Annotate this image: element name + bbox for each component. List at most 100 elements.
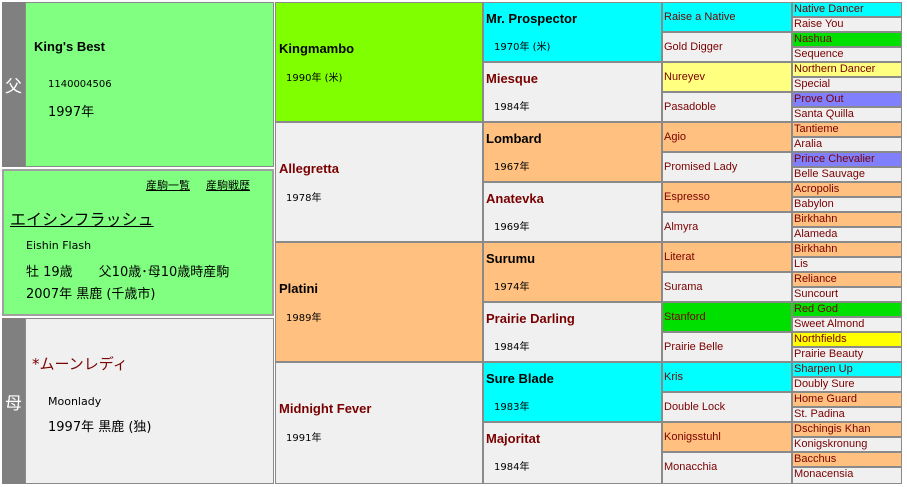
gen4-cell[interactable]: Surama (662, 272, 792, 302)
gen4-name[interactable]: Raise a Native (664, 11, 736, 23)
gen4-cell[interactable]: Kris (662, 362, 792, 392)
gen5-name[interactable]: Special (794, 78, 830, 90)
gen5-cell[interactable]: Acropolis (792, 182, 902, 197)
gen4-cell[interactable]: Literat (662, 242, 792, 272)
gen5-name[interactable]: Prince Chevalier (794, 153, 875, 165)
gen3-name[interactable]: Miesque (486, 71, 538, 86)
gen3-cell[interactable]: Lombard 1967年 (483, 122, 662, 182)
gen5-cell[interactable]: Prince Chevalier (792, 152, 902, 167)
gen5-cell[interactable]: Native Dancer (792, 2, 902, 17)
gen4-name[interactable]: Espresso (664, 191, 710, 203)
gen5-name[interactable]: Dschingis Khan (794, 423, 870, 435)
gen4-name[interactable]: Almyra (664, 221, 698, 233)
gen5-cell[interactable]: Doubly Sure (792, 377, 902, 392)
gen5-name[interactable]: Aralia (794, 138, 822, 150)
gen4-name[interactable]: Kris (664, 371, 683, 383)
gen5-name[interactable]: Reliance (794, 273, 837, 285)
gen4-name[interactable]: Literat (664, 251, 695, 263)
gen5-cell[interactable]: Tantieme (792, 122, 902, 137)
gen5-cell[interactable]: Aralia (792, 137, 902, 152)
gen4-cell[interactable]: Promised Lady (662, 152, 792, 182)
gen5-cell[interactable]: Home Guard (792, 392, 902, 407)
gen5-name[interactable]: Sequence (794, 48, 844, 60)
gen5-cell[interactable]: Sweet Almond (792, 317, 902, 332)
gen5-cell[interactable]: Monacensia (792, 467, 902, 484)
gen5-name[interactable]: Tantieme (794, 123, 839, 135)
gen4-cell[interactable]: Konigsstuhl (662, 422, 792, 452)
gen4-cell[interactable]: Monacchia (662, 452, 792, 484)
gen2-cell[interactable]: Platini 1989年 (275, 242, 483, 362)
gen5-name[interactable]: Sweet Almond (794, 318, 864, 330)
gen5-name[interactable]: St. Padina (794, 408, 845, 420)
gen3-cell[interactable]: Prairie Darling 1984年 (483, 302, 662, 362)
gen5-cell[interactable]: Northfields (792, 332, 902, 347)
gen4-cell[interactable]: Stanford (662, 302, 792, 332)
gen3-name[interactable]: Mr. Prospector (486, 11, 577, 26)
gen2-name[interactable]: Allegretta (279, 161, 339, 176)
gen2-cell[interactable]: Allegretta 1978年 (275, 122, 483, 242)
gen3-name[interactable]: Prairie Darling (486, 311, 575, 326)
gen3-cell[interactable]: Anatevka 1969年 (483, 182, 662, 242)
gen5-name[interactable]: Bacchus (794, 453, 836, 465)
dam-box[interactable]: *ムーンレディ Moonlady 1997年 黒鹿 (独) (25, 318, 274, 484)
gen5-name[interactable]: Home Guard (794, 393, 857, 405)
gen4-name[interactable]: Stanford (664, 311, 706, 323)
gen5-name[interactable]: Belle Sauvage (794, 168, 865, 180)
gen4-cell[interactable]: Espresso (662, 182, 792, 212)
gen3-cell[interactable]: Surumu 1974年 (483, 242, 662, 302)
gen3-cell[interactable]: Sure Blade 1983年 (483, 362, 662, 422)
gen2-name[interactable]: Platini (279, 281, 318, 296)
gen5-cell[interactable]: Suncourt (792, 287, 902, 302)
gen5-name[interactable]: Alameda (794, 228, 837, 240)
gen5-cell[interactable]: Nashua (792, 32, 902, 47)
gen5-cell[interactable]: Dschingis Khan (792, 422, 902, 437)
gen4-cell[interactable]: Gold Digger (662, 32, 792, 62)
gen5-name[interactable]: Northern Dancer (794, 63, 875, 75)
gen5-cell[interactable]: Prairie Beauty (792, 347, 902, 362)
gen5-cell[interactable]: Birkhahn (792, 212, 902, 227)
progeny-results-link[interactable]: 産駒戦歴 (206, 177, 250, 193)
gen5-cell[interactable]: Reliance (792, 272, 902, 287)
gen5-name[interactable]: Raise You (794, 18, 844, 30)
dam-name[interactable]: *ムーンレディ (32, 353, 128, 374)
gen5-cell[interactable]: Belle Sauvage (792, 167, 902, 182)
gen3-name[interactable]: Surumu (486, 251, 535, 266)
gen5-cell[interactable]: Babylon (792, 197, 902, 212)
gen5-name[interactable]: Suncourt (794, 288, 838, 300)
gen4-name[interactable]: Gold Digger (664, 41, 723, 53)
gen5-cell[interactable]: Red God (792, 302, 902, 317)
gen5-cell[interactable]: Birkhahn (792, 242, 902, 257)
gen5-cell[interactable]: Northern Dancer (792, 62, 902, 77)
gen5-name[interactable]: Monacensia (794, 468, 853, 480)
gen4-name[interactable]: Monacchia (664, 461, 717, 473)
gen5-cell[interactable]: Alameda (792, 227, 902, 242)
gen4-cell[interactable]: Agio (662, 122, 792, 152)
gen4-name[interactable]: Double Lock (664, 401, 725, 413)
gen3-name[interactable]: Sure Blade (486, 371, 554, 386)
gen5-name[interactable]: Sharpen Up (794, 363, 853, 375)
gen4-cell[interactable]: Raise a Native (662, 2, 792, 32)
gen3-cell[interactable]: Mr. Prospector 1970年 (米) (483, 2, 662, 62)
gen4-name[interactable]: Agio (664, 131, 686, 143)
gen5-name[interactable]: Birkhahn (794, 213, 837, 225)
gen2-cell[interactable]: Midnight Fever 1991年 (275, 362, 483, 484)
gen4-name[interactable]: Surama (664, 281, 703, 293)
gen4-name[interactable]: Pasadoble (664, 101, 716, 113)
gen4-cell[interactable]: Nureyev (662, 62, 792, 92)
gen3-name[interactable]: Lombard (486, 131, 542, 146)
gen5-name[interactable]: Konigskronung (794, 438, 867, 450)
sire-name[interactable]: King's Best (34, 39, 105, 54)
gen5-cell[interactable]: Prove Out (792, 92, 902, 107)
gen2-cell[interactable]: Kingmambo 1990年 (米) (275, 2, 483, 122)
gen3-cell[interactable]: Miesque 1984年 (483, 62, 662, 122)
gen4-cell[interactable]: Pasadoble (662, 92, 792, 122)
gen5-name[interactable]: Northfields (794, 333, 847, 345)
progeny-list-link[interactable]: 産駒一覧 (146, 177, 190, 193)
gen5-name[interactable]: Lis (794, 258, 808, 270)
gen5-cell[interactable]: Special (792, 77, 902, 92)
gen4-name[interactable]: Prairie Belle (664, 341, 723, 353)
horse-name-jp[interactable]: エイシンフラッシュ (10, 206, 154, 230)
gen5-name[interactable]: Native Dancer (794, 3, 864, 15)
gen5-name[interactable]: Red God (794, 303, 838, 315)
gen5-name[interactable]: Acropolis (794, 183, 839, 195)
